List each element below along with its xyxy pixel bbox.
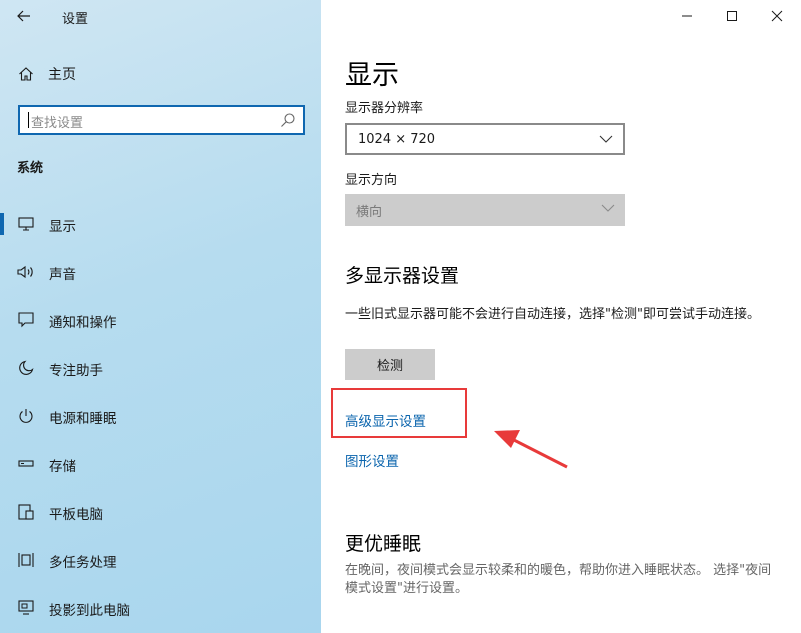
sleep-heading: 更优睡眠 xyxy=(345,533,422,555)
multi-display-heading: 多显示器设置 xyxy=(345,265,460,287)
back-arrow-icon xyxy=(17,10,30,22)
sidebar-item-label: 通知和操作 xyxy=(49,315,117,331)
chevron-down-icon xyxy=(601,204,615,212)
sidebar-item-power[interactable]: 电源和睡眠 xyxy=(0,398,321,434)
sidebar-item-label: 电源和睡眠 xyxy=(49,411,117,427)
text-caret xyxy=(28,112,29,128)
sidebar-item-label: 多任务处理 xyxy=(49,555,117,571)
home-link[interactable]: 主页 xyxy=(18,62,76,86)
detect-button[interactable]: 检测 xyxy=(345,349,435,380)
sidebar-item-label: 平板电脑 xyxy=(49,507,103,523)
sidebar-item-focus-assist[interactable]: 专注助手 xyxy=(0,350,321,386)
sidebar-item-label: 显示 xyxy=(49,219,76,235)
moon-icon xyxy=(17,360,35,376)
close-icon xyxy=(771,10,783,22)
search-placeholder: 查找设置 xyxy=(31,116,84,131)
speaker-icon xyxy=(17,264,35,280)
chevron-down-icon xyxy=(599,135,613,143)
home-icon xyxy=(19,67,33,81)
minimize-button[interactable] xyxy=(673,6,701,26)
annotation-highlight-box xyxy=(331,388,467,438)
page-title: 显示 xyxy=(345,60,399,91)
orientation-value: 横向 xyxy=(356,205,383,220)
resolution-dropdown[interactable]: 1024 × 720 xyxy=(345,123,625,155)
sidebar-item-tablet[interactable]: 平板电脑 xyxy=(0,494,321,530)
home-label: 主页 xyxy=(48,67,76,83)
search-icon[interactable] xyxy=(280,112,296,128)
title-bar: 设置 xyxy=(0,0,321,32)
sidebar-item-multitasking[interactable]: 多任务处理 xyxy=(0,542,321,578)
graphics-settings-link[interactable]: 图形设置 xyxy=(345,450,399,470)
sidebar-item-label: 投影到此电脑 xyxy=(49,603,130,619)
power-icon xyxy=(17,408,35,424)
sidebar-item-notifications[interactable]: 通知和操作 xyxy=(0,302,321,338)
annotation-arrow-icon xyxy=(494,430,568,469)
sidebar-item-display[interactable]: 显示 xyxy=(0,206,321,242)
search-input[interactable]: 查找设置 xyxy=(18,105,305,135)
orientation-dropdown: 横向 xyxy=(345,194,625,226)
back-button[interactable] xyxy=(10,4,38,28)
close-button[interactable] xyxy=(763,6,791,26)
maximize-icon xyxy=(727,11,737,21)
project-icon xyxy=(17,600,35,616)
app-title: 设置 xyxy=(62,12,89,27)
tablet-icon xyxy=(17,504,35,520)
active-indicator xyxy=(0,213,4,235)
monitor-icon xyxy=(17,216,35,232)
sleep-description: 在晚间，夜间模式会显示较柔和的暖色，帮助你进入睡眠状态。 选择"夜间模式设置"进… xyxy=(345,563,772,596)
resolution-value: 1024 × 720 xyxy=(358,132,436,147)
storage-icon xyxy=(17,456,35,472)
sidebar-item-label: 存储 xyxy=(49,459,76,475)
maximize-button[interactable] xyxy=(718,6,746,26)
sidebar-item-project[interactable]: 投影到此电脑 xyxy=(0,590,321,626)
sidebar: 设置 主页 查找设置 系统 显示 声音 通知和操作 专注助手 电源和睡眠 存储 … xyxy=(0,0,321,633)
sidebar-item-storage[interactable]: 存储 xyxy=(0,446,321,482)
section-label: 系统 xyxy=(17,161,44,176)
sidebar-item-sound[interactable]: 声音 xyxy=(0,254,321,290)
minimize-icon xyxy=(682,15,692,17)
orientation-label: 显示方向 xyxy=(345,173,398,188)
resolution-label: 显示器分辨率 xyxy=(345,101,424,116)
multi-display-description: 一些旧式显示器可能不会进行自动连接，选择"检测"即可尝试手动连接。 xyxy=(345,307,760,322)
sidebar-item-label: 声音 xyxy=(49,267,76,283)
main-panel: 显示 显示器分辨率 1024 × 720 显示方向 横向 多显示器设置 一些旧式… xyxy=(321,0,801,633)
multitask-icon xyxy=(17,552,35,568)
sidebar-item-label: 专注助手 xyxy=(49,363,103,379)
notification-icon xyxy=(17,312,35,328)
